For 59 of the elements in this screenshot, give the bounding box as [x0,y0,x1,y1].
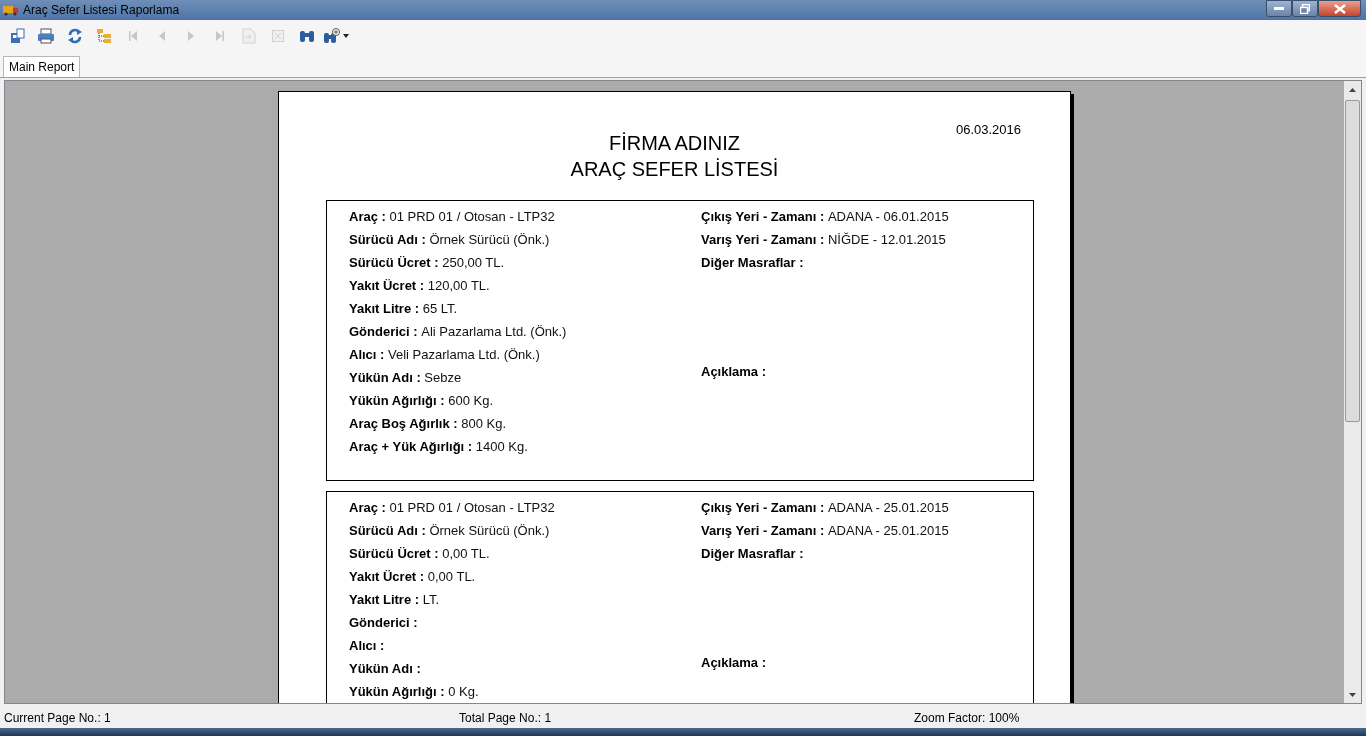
window-title: Araç Sefer Listesi Raporlama [23,3,180,17]
minimize-icon [1274,6,1284,11]
record-field: Diğer Masraflar : [701,251,949,274]
refresh-icon [66,28,83,44]
maximize-button[interactable] [1292,0,1318,17]
record-field: Yakıt Litre : LT. [349,588,701,611]
record-field: Çıkış Yeri - Zamanı : ADANA - 25.01.2015 [701,496,949,519]
vertical-scrollbar[interactable] [1344,81,1361,703]
record-field: Gönderici : Ali Pazarlama Ltd. (Önk.) [349,320,701,343]
record-field: Yükün Ağırlığı : 600 Kg. [349,389,701,412]
record-field: Yükün Adı : Sebze [349,366,701,389]
maximize-icon [1300,3,1310,14]
minimize-button[interactable] [1266,0,1292,17]
record-field: Araç + Yük Ağırlığı : 1400 Kg. [349,435,701,458]
note-field: Açıklama : [701,360,949,383]
zoom-status: Zoom Factor: 100% [913,711,1020,725]
printer-icon [36,28,55,44]
record-field: Araç Boş Ağırlık : 800 Kg. [349,412,701,435]
record-field: Sürücü Ücret : 250,00 TL. [349,251,701,274]
scroll-up-icon[interactable] [1349,87,1356,92]
stop-icon [271,30,284,42]
record-field: Varış Yeri - Zamanı : ADANA - 25.01.2015 [701,519,949,542]
record-field: Sürücü Adı : Örnek Sürücü (Önk.) [349,228,701,251]
page-arrow-icon [241,28,256,44]
binoculars-icon [298,29,315,43]
report-tab[interactable]: Main Report [3,56,81,77]
caret-icon [342,34,349,38]
record-field: Sürücü Adı : Örnek Sürücü (Önk.) [349,519,701,542]
record-field: Yakıt Ücret : 120,00 TL. [349,274,701,297]
record-field: Araç : 01 PRD 01 / Otosan - LTP32 [349,496,701,519]
record-field: Varış Yeri - Zamanı : NİĞDE - 12.01.2015 [701,228,949,251]
last-page-icon [214,30,225,42]
record-field: Sürücü Ücret : 0,00 TL. [349,542,701,565]
previous-page-icon [157,30,166,42]
scroll-down-icon[interactable] [1349,692,1356,697]
record-field: Diğer Masraflar : [701,542,949,565]
record-field: Yakıt Litre : 65 LT. [349,297,701,320]
close-icon [1333,3,1346,14]
truck-icon [3,4,19,16]
report-title: FİRMA ADINIZ [607,131,742,156]
close-button[interactable] [1318,0,1361,17]
zoom-icon [322,28,341,44]
export-icon [8,28,25,44]
current-page-status: Current Page No.: 1 [3,711,112,725]
record-field: Yakıt Ücret : 0,00 TL. [349,565,701,588]
record-field: Alıcı : [349,634,701,657]
record-field: Yükün Ağırlığı : 0 Kg. [349,680,701,703]
tree-icon [95,28,112,44]
total-pages-status: Total Page No.: 1 [458,711,553,725]
report-date: 06.03.2016 [955,122,1021,139]
report-title: ARAÇ SEFER LİSTESİ [570,157,779,182]
next-page-icon [186,30,195,42]
first-page-icon [127,30,138,42]
record-field: Gönderici : [349,611,701,634]
record-field: Araç : 01 PRD 01 / Otosan - LTP32 [349,205,701,228]
record-field: Çıkış Yeri - Zamanı : ADANA - 06.01.2015 [701,205,949,228]
note-field: Açıklama : [701,651,949,674]
record-field: Yükün Adı : [349,657,701,680]
record-field: Alıcı : Veli Pazarlama Ltd. (Önk.) [349,343,701,366]
